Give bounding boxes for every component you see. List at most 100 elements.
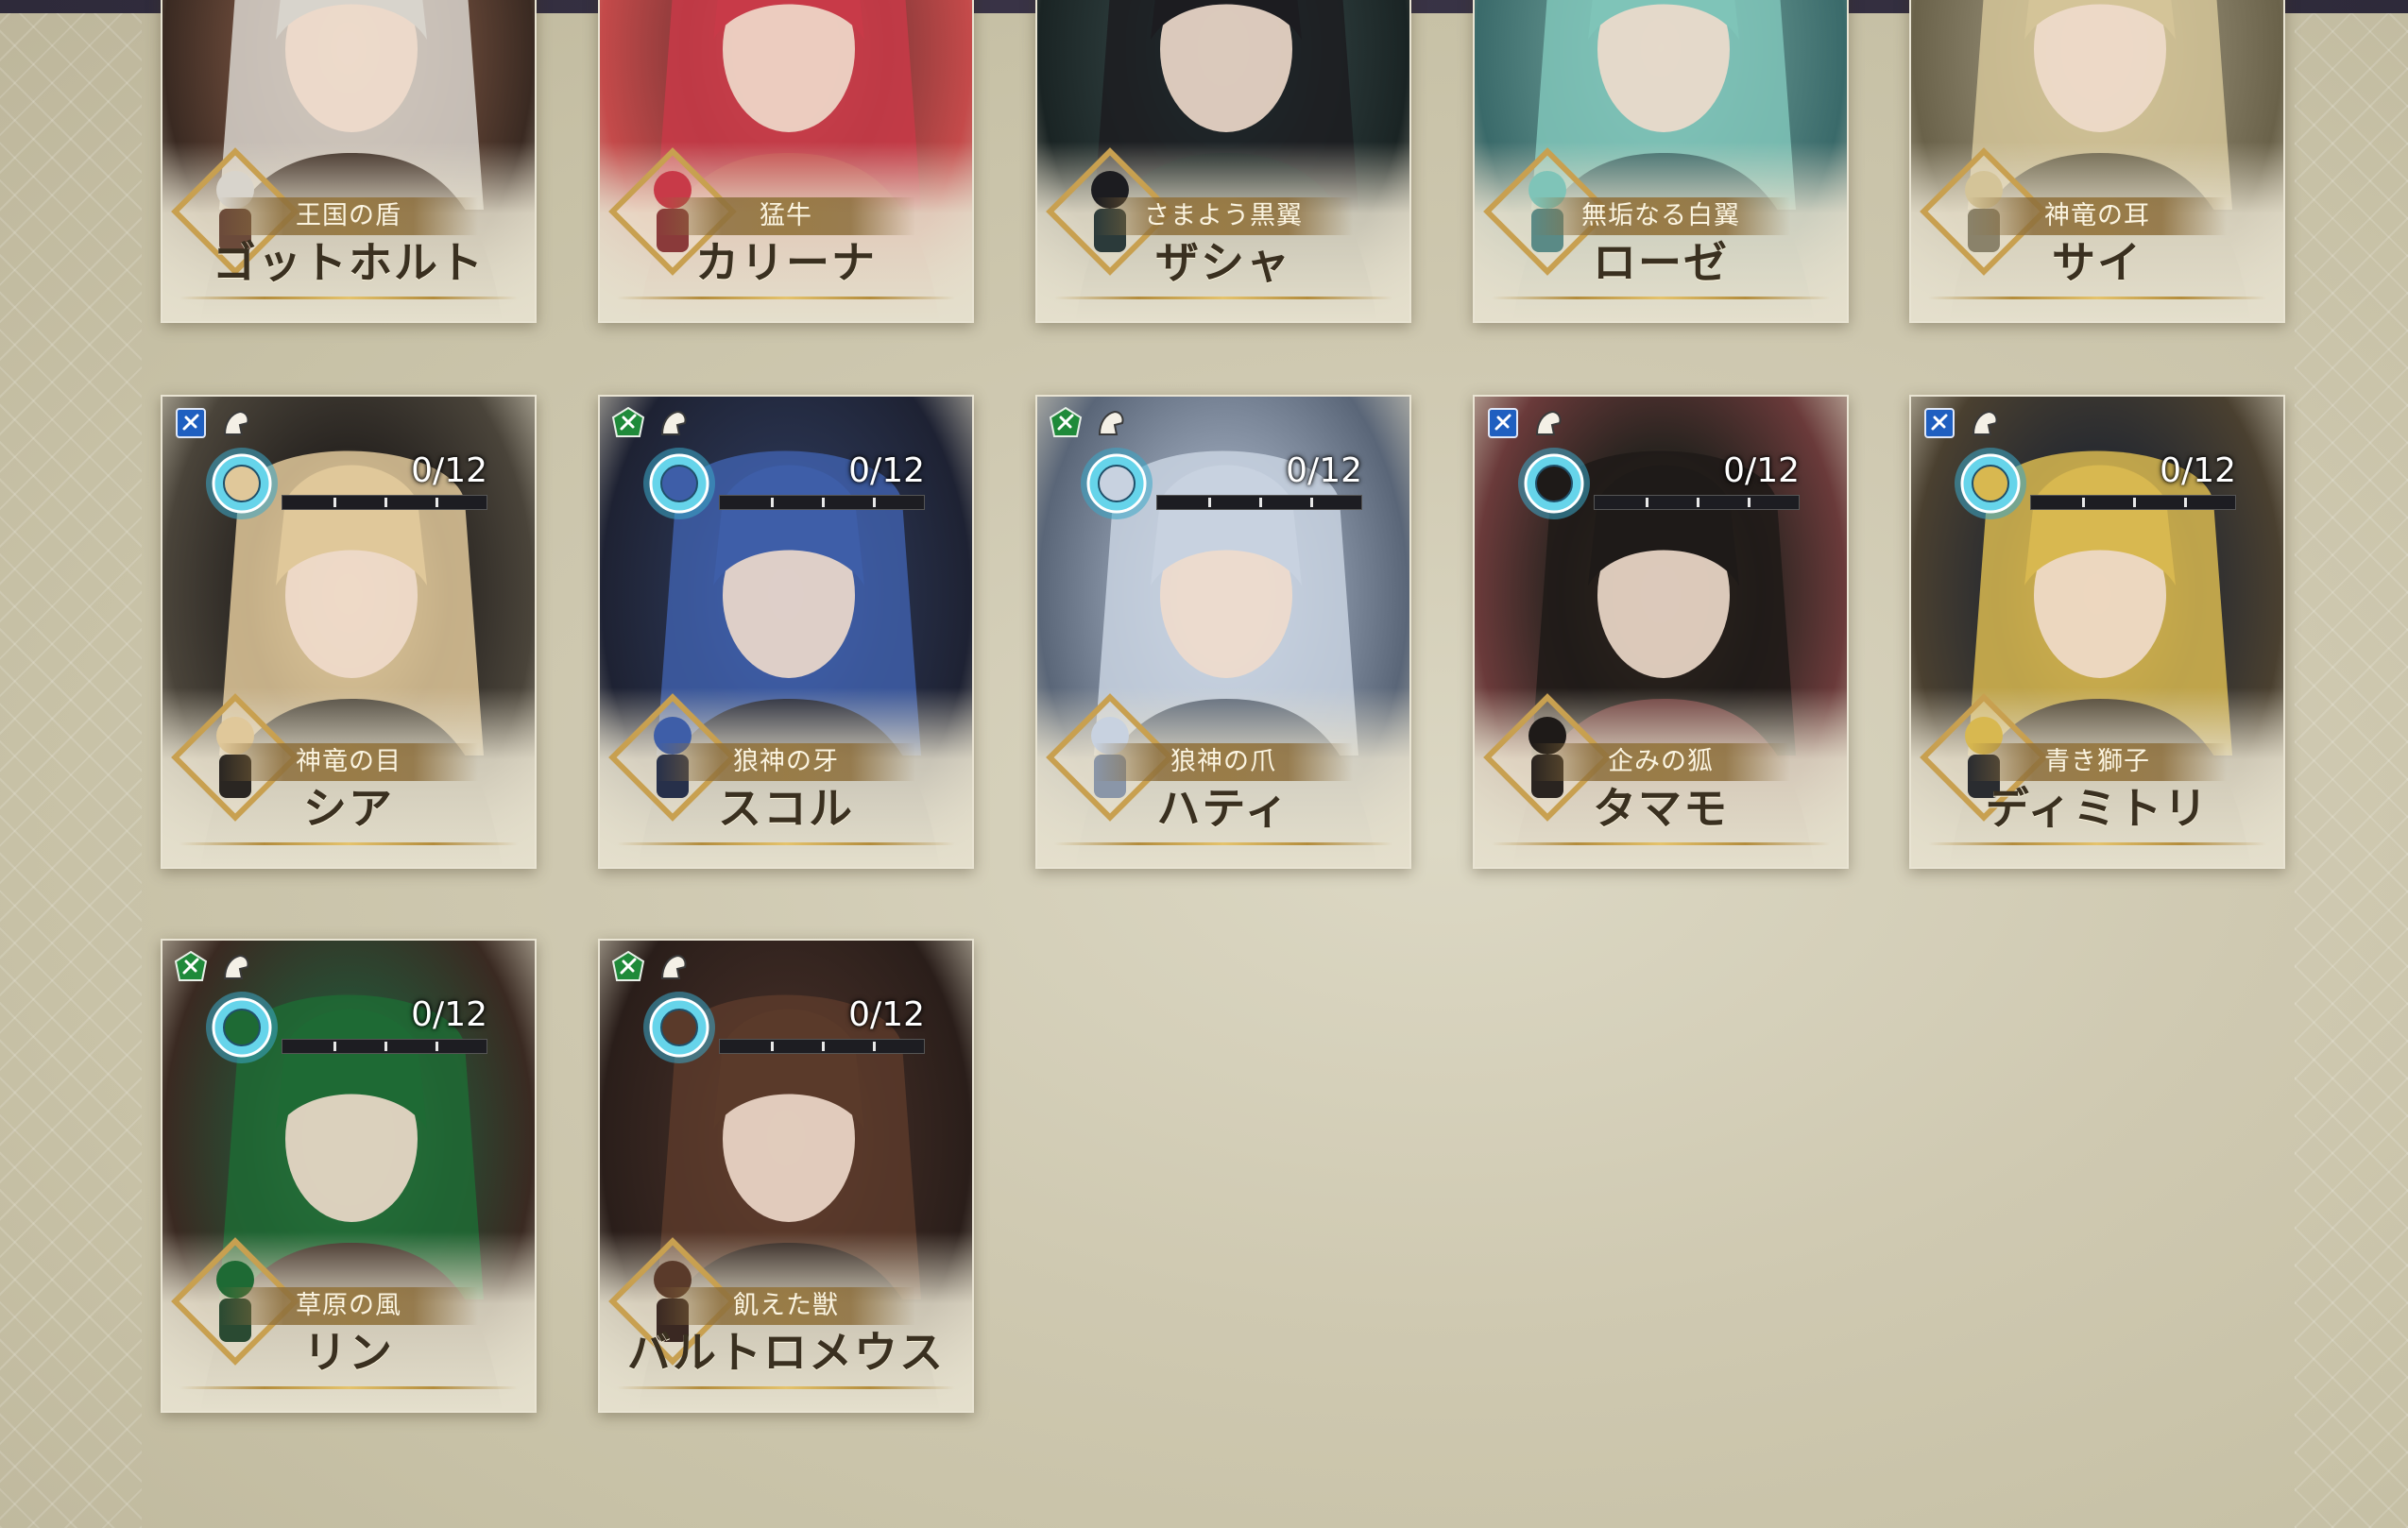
unit-type-icons	[1049, 406, 1124, 437]
progress-label: 0/12	[1723, 451, 1800, 490]
unit-type-icons	[176, 408, 249, 438]
unit-name: ディミトリ	[1985, 783, 2210, 834]
unit-card[interactable]: 草原の風 リン 0/12	[161, 939, 537, 1413]
progress-tick	[1748, 498, 1750, 507]
progress-label: 0/12	[848, 995, 925, 1034]
unit-card-grid: 王国の盾 ゴットホルト 猛牛 カリーナ さまよう黒翼 ザシャ 無垢なる白翼 ローゼ 神竜の耳 サイ…	[0, 0, 2408, 1528]
rank-medal-icon	[206, 992, 278, 1063]
progress-bar	[1594, 495, 1800, 510]
unit-type-icons	[174, 950, 249, 981]
unit-epithet: 神竜の目	[219, 743, 478, 781]
unit-card[interactable]: 狼神の爪 ハティ 0/12	[1035, 395, 1411, 869]
progress-bar	[719, 1039, 925, 1054]
unit-name: サイ	[2052, 237, 2143, 288]
unit-epithet: 企みの狐	[1531, 743, 1790, 781]
gold-divider	[617, 1386, 955, 1389]
gold-divider	[617, 842, 955, 845]
progress-tick	[435, 1042, 438, 1051]
gold-divider	[179, 297, 518, 299]
unit-epithet: 猛牛	[657, 197, 915, 235]
horse-icon	[1098, 410, 1124, 435]
progress-label: 0/12	[1286, 451, 1362, 490]
progress-label: 0/12	[2160, 451, 2236, 490]
progress-tick	[384, 1042, 387, 1051]
unit-card[interactable]: 無垢なる白翼 ローゼ	[1473, 0, 1849, 323]
unit-card[interactable]: 青き獅子 ディミトリ 0/12	[1909, 395, 2285, 869]
progress-tick	[2133, 498, 2136, 507]
progress-tick	[1259, 498, 1262, 507]
progress-tick	[2184, 498, 2187, 507]
unit-card[interactable]: 神竜の耳 サイ	[1909, 0, 2285, 323]
gold-divider	[179, 842, 518, 845]
progress-tick	[435, 498, 438, 507]
progress-tick	[333, 1042, 336, 1051]
progress-tick	[1646, 498, 1648, 507]
green-bow-icon	[174, 950, 208, 981]
infantry-icon	[1972, 410, 1998, 435]
progress-tick	[2082, 498, 2085, 507]
unit-name: バルトロメウス	[627, 1327, 945, 1378]
green-leaf-icon	[611, 406, 645, 437]
unit-epithet: 青き獅子	[1968, 743, 2227, 781]
progress-tick	[1208, 498, 1211, 507]
gold-divider	[1928, 842, 2266, 845]
unit-type-icons	[1488, 408, 1562, 438]
gold-divider	[617, 297, 955, 299]
unit-type-icons	[611, 406, 687, 437]
progress-label: 0/12	[411, 451, 487, 490]
progress-tick	[771, 498, 774, 507]
progress-bar	[282, 495, 487, 510]
progress-tick	[1310, 498, 1313, 507]
progress-bar	[2030, 495, 2236, 510]
unit-epithet: 神竜の耳	[1968, 197, 2227, 235]
unit-type-icons	[611, 950, 687, 981]
progress-tick	[822, 1042, 825, 1051]
unit-name: ゴットホルト	[213, 237, 485, 288]
blue-lance-icon	[1924, 408, 1955, 438]
progress-tick	[873, 1042, 876, 1051]
gold-divider	[1054, 842, 1392, 845]
gold-divider	[1054, 297, 1392, 299]
gold-divider	[1928, 297, 2266, 299]
progress-label: 0/12	[411, 995, 487, 1034]
unit-card[interactable]: 王国の盾 ゴットホルト	[161, 0, 537, 323]
rank-medal-icon	[643, 448, 715, 519]
progress-tick	[822, 498, 825, 507]
unit-epithet: 王国の盾	[219, 197, 478, 235]
rank-medal-icon	[1081, 448, 1153, 519]
green-axe-icon	[611, 950, 645, 981]
unit-name: リン	[303, 1327, 394, 1378]
progress-label: 0/12	[848, 451, 925, 490]
blue-magic-icon	[176, 408, 206, 438]
progress-bar	[282, 1039, 487, 1054]
blue-staff-icon	[1488, 408, 1518, 438]
progress-tick	[873, 498, 876, 507]
unit-card[interactable]: 狼神の牙 スコル 0/12	[598, 395, 974, 869]
unit-epithet: さまよう黒翼	[1094, 197, 1353, 235]
gold-divider	[1492, 842, 1830, 845]
unit-epithet: 狼神の爪	[1094, 743, 1353, 781]
unit-type-icons	[1924, 408, 1998, 438]
armor-icon	[660, 954, 687, 979]
unit-card[interactable]: さまよう黒翼 ザシャ	[1035, 0, 1411, 323]
green-leaf-icon	[1049, 406, 1083, 437]
unit-epithet: 無垢なる白翼	[1531, 197, 1790, 235]
horse-icon	[660, 410, 687, 435]
unit-epithet: 飢えた獣	[657, 1287, 915, 1325]
gold-divider	[1492, 297, 1830, 299]
gold-divider	[179, 1386, 518, 1389]
wing-icon	[223, 410, 249, 435]
unit-name: ザシャ	[1155, 237, 1291, 288]
unit-card[interactable]: 猛牛 カリーナ	[598, 0, 974, 323]
infantry-icon	[223, 954, 249, 979]
unit-name: タマモ	[1593, 783, 1729, 834]
rank-medal-icon	[643, 992, 715, 1063]
progress-bar	[1156, 495, 1362, 510]
unit-card[interactable]: 飢えた獣 バルトロメウス 0/12	[598, 939, 974, 1413]
unit-card[interactable]: 企みの狐 タマモ 0/12	[1473, 395, 1849, 869]
unit-card[interactable]: 神竜の目 シア 0/12	[161, 395, 537, 869]
progress-tick	[333, 498, 336, 507]
infantry-icon	[1535, 410, 1562, 435]
unit-name: ハティ	[1156, 783, 1290, 834]
progress-bar	[719, 495, 925, 510]
